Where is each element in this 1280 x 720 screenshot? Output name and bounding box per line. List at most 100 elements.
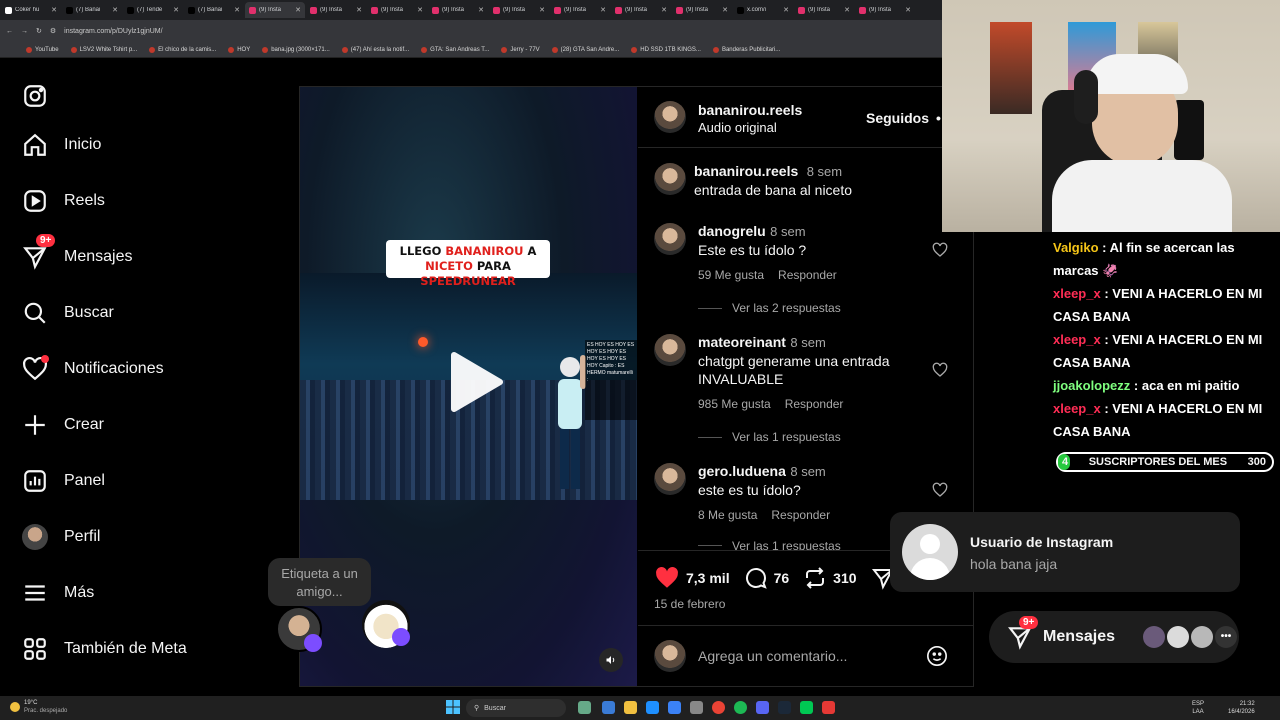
bookmark-item[interactable]: GTA: San Andreas T... [421, 46, 489, 53]
message-notification[interactable]: Usuario de Instagram hola bana jaja [890, 512, 1240, 592]
comment-icon[interactable] [744, 566, 768, 590]
like-comment-icon[interactable] [932, 362, 948, 378]
sidebar-item-perfil[interactable]: Perfil [22, 524, 100, 550]
bookmark-item[interactable]: bana.jpg (3000×171... [262, 46, 330, 53]
close-icon[interactable]: ✕ [173, 6, 179, 14]
following-button[interactable]: Seguidos [866, 110, 929, 126]
site-info-icon[interactable]: ⚙ [50, 27, 56, 35]
close-icon[interactable]: ✕ [539, 6, 545, 14]
close-icon[interactable]: ✕ [600, 6, 606, 14]
more-options-icon[interactable]: • [936, 110, 941, 126]
sidebar-item-reels[interactable]: Reels [22, 188, 105, 214]
sidebar-item-tambien-de-meta[interactable]: También de Meta [22, 636, 187, 662]
emoji-icon[interactable] [926, 645, 948, 667]
reply-button[interactable]: Responder [785, 397, 844, 411]
bookmark-item[interactable]: HOY [228, 46, 250, 53]
mute-button[interactable] [599, 648, 623, 672]
audio-label[interactable]: Audio original [698, 120, 802, 135]
avatar[interactable] [654, 334, 686, 366]
comment-likes[interactable]: 59 Me gusta [698, 268, 764, 282]
view-replies-button[interactable]: Ver las 2 respuestas [698, 301, 841, 315]
sidebar-item-mensajes[interactable]: 9+ Mensajes [22, 234, 132, 270]
taskbar-search[interactable]: ⚲ Buscar [466, 699, 566, 717]
browser-tab[interactable]: (9) Insta ✕ [672, 2, 732, 18]
forward-icon[interactable]: → [21, 28, 28, 35]
bookmark-item[interactable]: El chico de la camis... [149, 46, 216, 53]
close-icon[interactable]: ✕ [844, 6, 850, 14]
url-field[interactable]: instagram.com/p/DUylz1gjnUM/ [64, 28, 162, 35]
like-comment-icon[interactable] [932, 242, 948, 258]
close-icon[interactable]: ✕ [234, 6, 240, 14]
browser-tab[interactable]: (7) Tende ✕ [123, 2, 183, 18]
comment-username[interactable]: danogrelu [698, 223, 766, 239]
tag-friend-prompt[interactable]: Etiqueta a un amigo... [268, 558, 371, 606]
sidebar-item-notificaciones[interactable]: Notificaciones [22, 355, 164, 382]
browser-tab[interactable]: (9) Insta ✕ [367, 2, 427, 18]
close-icon[interactable]: ✕ [478, 6, 484, 14]
weather-widget[interactable]: 19°C Prac. despejado [10, 699, 67, 715]
repost-icon[interactable] [803, 566, 827, 590]
start-icon[interactable] [446, 700, 460, 714]
discord-icon[interactable] [756, 701, 769, 714]
messages-pill[interactable]: 9+ Mensajes ••• [989, 611, 1239, 663]
folder-icon[interactable] [624, 701, 637, 714]
spotify-icon[interactable] [734, 701, 747, 714]
like-count[interactable]: 7,3 mil [686, 570, 730, 586]
back-icon[interactable]: ← [6, 28, 13, 35]
view-replies-button[interactable]: Ver las 1 respuestas [698, 541, 841, 550]
caption-username[interactable]: bananirou.reels [694, 163, 798, 179]
sidebar-item-inicio[interactable]: Inicio [22, 132, 101, 158]
store-icon[interactable] [668, 701, 681, 714]
close-icon[interactable]: ✕ [783, 6, 789, 14]
avatar[interactable] [654, 223, 686, 255]
bookmark-item[interactable]: LSV2 White Tshirt p... [70, 46, 137, 53]
taskbar-app-icon[interactable] [578, 701, 591, 714]
close-icon[interactable]: ✕ [722, 6, 728, 14]
close-icon[interactable]: ✕ [51, 6, 57, 14]
bookmark-item[interactable]: (47) Ahí esta la notif... [341, 46, 409, 53]
like-comment-icon[interactable] [932, 482, 948, 498]
browser-tab[interactable]: (9) Insta ✕ [550, 2, 610, 18]
comment-count[interactable]: 76 [774, 570, 790, 586]
browser-tab[interactable]: (9) Insta ✕ [611, 2, 671, 18]
repost-count[interactable]: 310 [833, 570, 856, 586]
view-replies-button[interactable]: Ver las 1 respuestas [698, 430, 841, 444]
close-icon[interactable]: ✕ [661, 6, 667, 14]
comment-likes[interactable]: 8 Me gusta [698, 508, 757, 522]
avatar[interactable] [654, 101, 686, 133]
author-username[interactable]: bananirou.reels [698, 102, 802, 118]
clock[interactable]: 21:32 16/4/2026 [1228, 700, 1255, 716]
close-icon[interactable]: ✕ [417, 6, 423, 14]
browser-tab[interactable]: (9) Insta ✕ [794, 2, 854, 18]
close-icon[interactable]: ✕ [295, 6, 301, 14]
bookmark-item[interactable]: Jerry - 77V [501, 46, 540, 53]
browser-tab[interactable]: (7) Banai ✕ [184, 2, 244, 18]
reply-button[interactable]: Responder [771, 508, 830, 522]
sidebar-item-crear[interactable]: Crear [22, 412, 104, 438]
edge-icon[interactable] [646, 701, 659, 714]
taskbar-app-icon[interactable] [822, 701, 835, 714]
comment-likes[interactable]: 985 Me gusta [698, 397, 771, 411]
liked-heart-icon[interactable] [654, 565, 680, 591]
language-indicator[interactable]: ESP LAA [1192, 700, 1204, 716]
close-icon[interactable]: ✕ [356, 6, 362, 14]
browser-tab[interactable]: (9) Insta ✕ [245, 2, 305, 18]
browser-tab[interactable]: x.com/i ✕ [733, 2, 793, 18]
sidebar-item-panel[interactable]: Panel [22, 468, 105, 494]
play-icon[interactable] [440, 349, 506, 415]
close-icon[interactable]: ✕ [905, 6, 911, 14]
comment-input[interactable]: Agrega un comentario... [698, 648, 847, 664]
avatar[interactable] [654, 640, 686, 672]
sidebar-item-buscar[interactable]: Buscar [22, 300, 114, 326]
comment-username[interactable]: mateoreinant [698, 334, 786, 350]
reply-button[interactable]: Responder [778, 268, 837, 282]
bookmark-item[interactable]: (28) GTA San Andre... [551, 46, 619, 53]
browser-tab[interactable]: Coker hu ✕ [1, 2, 61, 18]
browser-tab[interactable]: (9) Insta ✕ [855, 2, 915, 18]
taskbar-app-icon[interactable] [690, 701, 703, 714]
reload-icon[interactable]: ↻ [36, 27, 42, 35]
browser-tab[interactable]: (7) Banai ✕ [62, 2, 122, 18]
sidebar-item-mas[interactable]: Más [22, 580, 94, 606]
steam-icon[interactable] [778, 701, 791, 714]
comment-username[interactable]: gero.luduena [698, 463, 786, 479]
